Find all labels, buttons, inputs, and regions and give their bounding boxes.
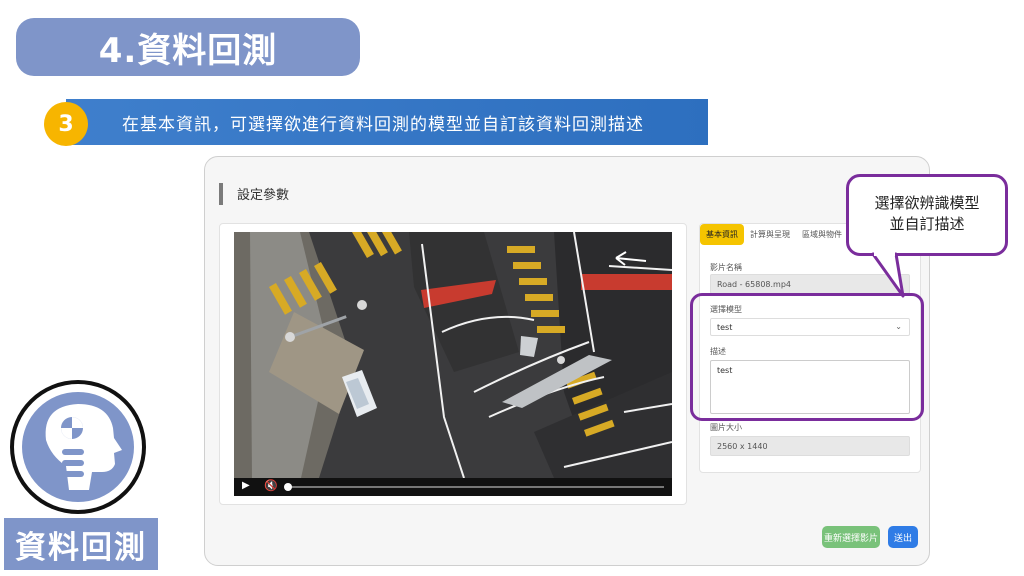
video-progress-knob[interactable] [284,483,292,491]
video-progress-track[interactable] [286,486,664,488]
mute-icon[interactable]: 🔇 [264,479,278,492]
head-silhouette-icon [45,404,122,490]
image-size-field: 2560 x 1440 [710,436,910,456]
reselect-video-button[interactable]: 重新選擇影片 [822,526,880,548]
callout-line-2: 並自訂描述 [889,215,965,233]
callout-bubble: 選擇欲辨識模型 並自訂描述 [846,174,1008,256]
step-instruction: 在基本資訊，可選擇欲進行資料回測的模型並自訂該資料回測描述 [66,99,708,145]
step-number-badge: 3 [44,102,88,146]
submit-button[interactable]: 送出 [888,526,918,548]
tab-compute-display[interactable]: 計算與呈現 [744,224,796,245]
callout-line-1: 選擇欲辨識模型 [874,194,980,212]
video-name-label: 影片名稱 [710,263,742,272]
play-icon[interactable]: ▶ [242,480,250,491]
image-size-label: 圖片大小 [710,423,742,432]
video-controls: ▶ 🔇 [234,478,672,496]
model-description-highlight [690,293,924,421]
video-preview[interactable] [234,232,672,478]
panel-title: 設定參數 [237,188,290,203]
page-title: 4.資料回測 [16,18,360,76]
panel-title-accent [219,183,223,205]
section-label: 資料回測 [4,518,158,570]
head-profile-icon [10,380,146,514]
tab-basic-info[interactable]: 基本資訊 [700,224,744,245]
tab-region-object[interactable]: 區域與物件 [796,224,848,245]
video-card: ▶ 🔇 [219,223,687,505]
aerial-road-image [234,232,672,478]
video-name-field: Road - 65808.mp4 [710,274,910,294]
